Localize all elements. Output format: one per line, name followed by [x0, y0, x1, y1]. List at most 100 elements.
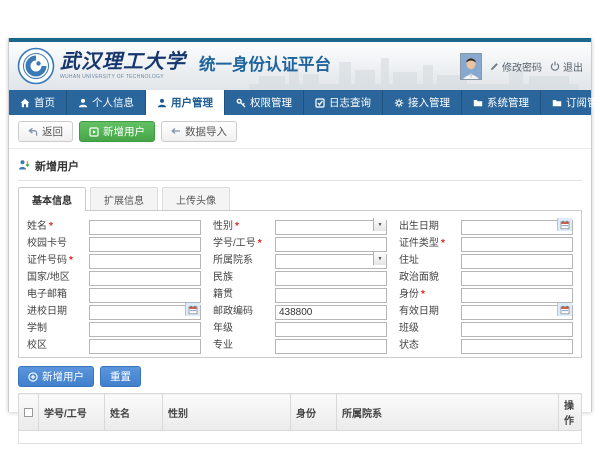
form-input[interactable]	[461, 322, 573, 337]
chevron-down-icon[interactable]: ▼	[373, 252, 386, 265]
main-nav: 首页个人信息用户管理权限管理日志查询接入管理系统管理订阅管理	[9, 90, 591, 115]
users-table: 学号/工号姓名性别身份所属院系操作	[18, 393, 582, 444]
logout-label: 退出	[563, 59, 583, 74]
chevron-down-icon[interactable]: ▼	[373, 218, 386, 231]
nav-tab-permissions[interactable]: 权限管理	[225, 90, 304, 115]
back-button[interactable]: 返回	[18, 121, 73, 142]
calendar-icon[interactable]	[185, 303, 200, 316]
nav-tab-users[interactable]: 用户管理	[146, 90, 225, 115]
key-icon	[236, 98, 246, 108]
form-input[interactable]	[275, 305, 387, 320]
tab-upload-avatar[interactable]: 上传头像	[162, 187, 230, 210]
field-label-text: 状态	[399, 340, 419, 351]
form-input[interactable]	[89, 237, 201, 252]
change-password-label: 修改密码	[502, 59, 542, 74]
nav-tab-logs[interactable]: 日志查询	[304, 90, 383, 115]
table-column-header: 身份	[291, 394, 337, 431]
required-asterisk: *	[441, 238, 445, 249]
form-input[interactable]	[461, 288, 573, 303]
text-field	[461, 319, 573, 334]
field-label: 所属院系	[213, 251, 275, 266]
user-avatar[interactable]	[460, 53, 482, 80]
text-field	[461, 336, 573, 351]
form-input[interactable]	[89, 271, 201, 286]
form-input[interactable]	[275, 220, 387, 235]
form-input[interactable]	[461, 271, 573, 286]
calendar-icon[interactable]	[557, 218, 572, 231]
submit-add-user-button[interactable]: 新增用户	[18, 366, 94, 387]
field-label: 电子邮箱	[27, 285, 89, 300]
date-field	[89, 302, 201, 317]
form-input[interactable]	[461, 237, 573, 252]
form-actions: 新增用户 重置	[18, 366, 582, 387]
nav-tab-access[interactable]: 接入管理	[383, 90, 462, 115]
field-label: 校园卡号	[27, 234, 89, 249]
form-field: 证件号码*	[21, 250, 207, 267]
text-field	[275, 302, 387, 317]
form-input[interactable]	[275, 339, 387, 354]
nav-tab-home[interactable]: 首页	[9, 90, 67, 115]
calendar-icon[interactable]	[557, 303, 572, 316]
nav-tab-system[interactable]: 系统管理	[462, 90, 541, 115]
form-tabs: 基本信息扩展信息上传头像	[18, 187, 582, 210]
form-input[interactable]	[275, 322, 387, 337]
form-input[interactable]	[275, 237, 387, 252]
nav-tab-profile[interactable]: 个人信息	[67, 90, 146, 115]
field-label: 专业	[213, 336, 275, 351]
screen: 武汉理工大学 WUHAN UNIVERSITY OF TECHNOLOGY 统一…	[0, 0, 600, 450]
form-field: 邮政编码	[207, 301, 393, 318]
power-icon	[550, 61, 560, 71]
reset-button[interactable]: 重置	[100, 366, 141, 387]
form-input[interactable]	[461, 339, 573, 354]
tab-extended-info[interactable]: 扩展信息	[90, 187, 158, 210]
text-field	[89, 251, 201, 266]
header-right: 修改密码 退出	[460, 53, 583, 80]
form-input[interactable]	[275, 271, 387, 286]
person-icon	[157, 98, 167, 108]
section-title-row: 新增用户	[18, 153, 582, 181]
log-icon	[315, 98, 325, 108]
back-label: 返回	[42, 124, 63, 139]
logout-link[interactable]: 退出	[550, 59, 583, 74]
required-asterisk: *	[69, 255, 73, 266]
field-label-text: 学制	[27, 323, 47, 334]
form-input[interactable]	[461, 254, 573, 269]
form-input[interactable]	[89, 254, 201, 269]
form-field: 所属院系 ▼	[207, 250, 393, 267]
add-user-button[interactable]: 新增用户	[79, 121, 155, 142]
field-label-text: 年级	[213, 323, 233, 334]
form-input[interactable]	[275, 254, 387, 269]
field-label-text: 证件类型	[399, 238, 439, 249]
field-label-text: 民族	[213, 272, 233, 283]
nav-tab-subscription[interactable]: 订阅管理	[541, 90, 600, 115]
field-label: 证件号码*	[27, 251, 89, 266]
change-password-link[interactable]: 修改密码	[490, 59, 542, 74]
form-field: 电子邮箱	[21, 284, 207, 301]
plus-circle-icon	[28, 372, 38, 382]
nav-tab-label: 订阅管理	[566, 95, 600, 110]
field-label-text: 邮政编码	[213, 306, 253, 317]
form-input[interactable]	[89, 339, 201, 354]
text-field	[275, 234, 387, 249]
field-label-text: 住址	[399, 255, 419, 266]
form-input[interactable]	[89, 322, 201, 337]
data-import-button[interactable]: 数据导入	[161, 121, 237, 142]
text-field	[89, 268, 201, 283]
form-row: 学制 年级 班级	[21, 318, 579, 335]
required-asterisk: *	[421, 289, 425, 300]
form-field: 专业	[207, 335, 393, 352]
field-label: 班级	[399, 319, 461, 334]
form-row: 校区专业状态	[21, 335, 579, 352]
field-label: 进校日期	[27, 302, 89, 317]
form-input[interactable]	[89, 220, 201, 235]
gear-icon	[394, 98, 404, 108]
form-input[interactable]	[89, 288, 201, 303]
text-field	[461, 251, 573, 266]
tab-basic-info[interactable]: 基本信息	[18, 187, 86, 211]
nav-tab-label: 个人信息	[92, 95, 134, 110]
table-column-header: 操作	[559, 394, 582, 431]
text-field	[89, 234, 201, 249]
field-label: 身份*	[399, 285, 461, 300]
select-all-checkbox[interactable]	[24, 408, 33, 417]
form-input[interactable]	[275, 288, 387, 303]
